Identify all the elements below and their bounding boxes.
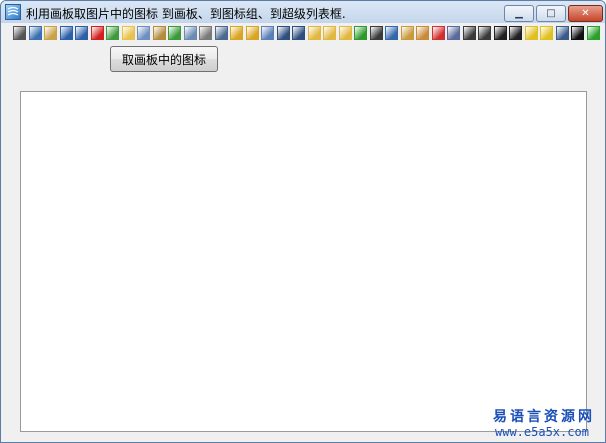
watermark-site-name: 易语言资源网 [493,409,595,425]
grid-icon[interactable] [369,26,383,40]
clipboard-icon[interactable] [152,26,166,40]
toolbar [13,25,605,43]
folder-star-icon[interactable] [338,26,352,40]
remove-icon[interactable] [431,26,445,40]
save-icon[interactable] [276,26,290,40]
cut-icon[interactable] [13,26,26,40]
text-icon[interactable] [385,26,398,40]
print-icon[interactable] [199,26,212,40]
sparkle-icon[interactable] [524,26,538,40]
paste-icon[interactable] [44,26,57,40]
pointer-icon[interactable] [168,26,181,40]
maximize-button[interactable]: □ [536,5,566,22]
select-icon[interactable] [462,26,476,40]
lock-icon[interactable] [230,26,243,40]
copy-icon[interactable] [28,26,42,40]
folder-add-icon[interactable] [307,26,321,40]
save-all-icon[interactable] [292,26,305,40]
properties-icon[interactable] [137,26,150,40]
new-image-icon[interactable] [106,26,119,40]
super-list-box[interactable] [20,91,587,432]
unlock-icon[interactable] [245,26,259,40]
binoculars-icon[interactable] [214,26,228,40]
find-icon[interactable] [183,26,197,40]
close-icon: ✕ [581,8,590,19]
minimize-icon: ▁ [515,8,523,19]
close-button[interactable]: ✕ [568,5,603,22]
screen-icon[interactable] [555,26,569,40]
undo-icon[interactable] [59,26,73,40]
pen-icon[interactable] [416,26,429,40]
document-icon[interactable] [447,26,460,40]
get-icons-button[interactable]: 取画板中的图标 [110,46,218,72]
folder-plus-icon[interactable] [323,26,336,40]
watermark-site-url: www.e5a5x.com [495,425,589,439]
window-title: 利用画板取图片中的图标 到画板、到图标组、到超级列表框. [26,7,346,21]
frame-icon[interactable] [493,26,507,40]
app-window: 利用画板取图片中的图标 到画板、到图标组、到超级列表框. ▁ □ ✕ 取画板中的… [0,0,606,443]
marquee-icon[interactable] [478,26,491,40]
open-folder-icon[interactable] [121,26,135,40]
maximize-icon: □ [546,8,556,19]
pencil-icon[interactable] [400,26,414,40]
minimize-button[interactable]: ▁ [504,5,534,22]
app-icon[interactable] [5,4,21,20]
redo-icon[interactable] [75,26,88,40]
color-icon[interactable] [586,26,600,40]
green-box-icon[interactable] [354,26,367,40]
delete-icon[interactable] [90,26,104,40]
sparkle-alt-icon[interactable] [540,26,553,40]
cube-icon[interactable] [261,26,274,40]
black-square-icon[interactable] [571,26,584,40]
title-bar[interactable]: 利用画板取图片中的图标 到画板、到图标组、到超级列表框. ▁ □ ✕ [1,1,605,23]
frame-double-icon[interactable] [509,26,522,40]
